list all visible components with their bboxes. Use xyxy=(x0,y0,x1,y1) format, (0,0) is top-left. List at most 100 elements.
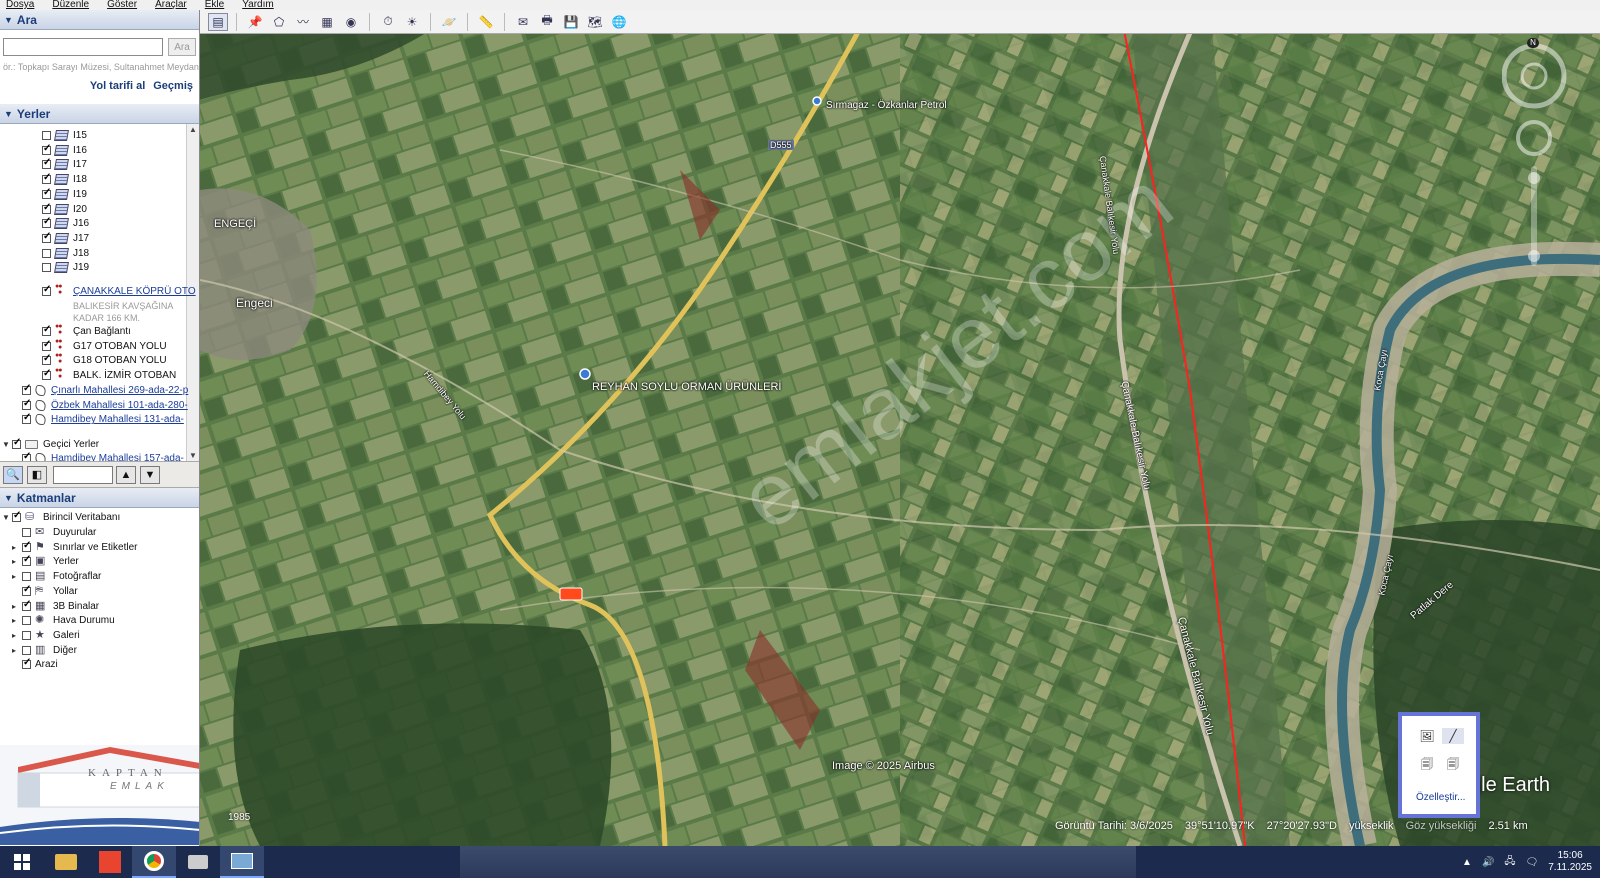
tree-item[interactable]: Hamdibey Mahallesi 131-ada- xyxy=(22,412,184,427)
polygon-icon[interactable]: ⬠ xyxy=(269,13,289,31)
history-link[interactable]: Geçmiş xyxy=(153,80,193,92)
email-icon[interactable]: ✉ xyxy=(513,13,533,31)
checkbox[interactable] xyxy=(22,657,31,670)
tree-item[interactable]: I18 xyxy=(42,172,87,187)
tree-item-label[interactable]: G17 OTOBAN YOLU xyxy=(73,341,167,352)
tree-item-label[interactable]: Çınarlı Mahallesi 269-ada-22-p xyxy=(51,385,188,396)
tree-item-label[interactable]: J16 xyxy=(73,218,89,229)
checkbox[interactable] xyxy=(22,540,31,552)
checkbox[interactable] xyxy=(12,437,21,449)
expand-arrow-icon[interactable]: ▸ xyxy=(12,543,22,552)
placemark-icon[interactable]: 📌 xyxy=(245,13,265,31)
checkbox[interactable] xyxy=(42,187,51,199)
checkbox[interactable] xyxy=(22,451,31,461)
save-image-icon[interactable]: 💾 xyxy=(561,13,581,31)
scroll-down-icon[interactable]: ▼ xyxy=(187,450,199,461)
checkbox[interactable] xyxy=(42,248,51,258)
google-earth-icon[interactable] xyxy=(220,846,264,878)
menu-tools[interactable]: Araçlar xyxy=(149,0,187,10)
checkbox[interactable] xyxy=(22,599,31,611)
collapse-arrow-icon[interactable]: ▼ xyxy=(2,440,12,449)
notification-icon[interactable]: 🗨 xyxy=(1526,857,1539,868)
tree-item-label[interactable]: J19 xyxy=(73,262,89,273)
checkbox[interactable] xyxy=(42,368,51,381)
layer-item[interactable]: ⛿ Yollar xyxy=(12,584,78,599)
checkbox[interactable] xyxy=(22,383,31,395)
checkbox[interactable] xyxy=(42,157,51,170)
layer-item[interactable]: ▸ ▥ Diğer xyxy=(12,643,77,658)
checkbox[interactable] xyxy=(42,324,51,336)
checkbox[interactable] xyxy=(42,339,51,351)
tree-item-label[interactable]: I19 xyxy=(73,189,87,200)
tree-item-label[interactable]: I15 xyxy=(73,130,87,141)
tree-item[interactable]: Özbek Mahallesi 101-ada-280- xyxy=(22,398,188,413)
menu-help[interactable]: Yardım xyxy=(236,0,274,10)
checkbox[interactable] xyxy=(22,398,31,410)
checkbox[interactable] xyxy=(42,263,51,273)
file-explorer-icon[interactable] xyxy=(44,846,88,878)
sidebar-toggle-icon[interactable]: ▤ xyxy=(208,12,228,31)
move-up-icon[interactable]: ▲ xyxy=(116,466,136,484)
tree-folder-temp-places[interactable]: ▼ Geçici Yerler xyxy=(2,437,99,452)
tree-item[interactable]: Hamdibey Mahallesi 157-ada- xyxy=(22,451,184,461)
layer-item[interactable]: ▸ ▦ 3B Binalar xyxy=(12,599,99,614)
expand-arrow-icon[interactable]: ▸ xyxy=(12,631,22,640)
move-down-icon[interactable]: ▼ xyxy=(140,466,160,484)
maps-icon[interactable]: 🗺 xyxy=(585,13,605,31)
customize-link[interactable]: Özelleştir... xyxy=(1416,792,1465,803)
layer-root[interactable]: ▼ ⛁ Birincil Veritabanı xyxy=(2,510,120,525)
tree-item[interactable]: J16 xyxy=(42,216,89,231)
tree-item[interactable]: I17 xyxy=(42,157,87,172)
tree-item[interactable]: Çınarlı Mahallesi 269-ada-22-p xyxy=(22,383,188,398)
tree-item-label[interactable]: Hamdibey Mahallesi 157-ada- xyxy=(51,453,184,461)
printer-app-icon[interactable] xyxy=(176,846,220,878)
tree-item-label[interactable]: J18 xyxy=(73,248,89,259)
draw-line-icon[interactable]: ╱ xyxy=(1442,728,1464,744)
checkbox[interactable] xyxy=(42,216,51,229)
collapse-arrow-icon[interactable]: ▼ xyxy=(2,513,12,522)
places-panel-header[interactable]: ▼ Yerler xyxy=(0,104,199,124)
tree-item-label[interactable]: I18 xyxy=(73,174,87,185)
tree-item-label[interactable]: I17 xyxy=(73,159,87,170)
menu-add[interactable]: Ekle xyxy=(199,0,224,10)
checkbox[interactable] xyxy=(12,510,21,522)
historical-imagery-icon[interactable]: ⏱ xyxy=(378,13,398,31)
layers-panel-header[interactable]: ▼ Katmanlar xyxy=(0,488,199,508)
start-button[interactable] xyxy=(0,846,44,878)
tree-item[interactable]: I16 xyxy=(42,143,87,158)
time-slider-year[interactable]: 1985 xyxy=(228,812,250,823)
checkbox[interactable] xyxy=(22,616,31,626)
checkbox[interactable] xyxy=(42,172,51,185)
layer-item[interactable]: ✉ Duyurular xyxy=(12,525,96,540)
menu-file[interactable]: Dosya xyxy=(0,0,34,10)
record-tour-icon[interactable]: ◉ xyxy=(341,13,361,31)
checkbox[interactable] xyxy=(22,412,31,425)
checkbox[interactable] xyxy=(42,143,51,155)
tree-item-label[interactable]: J17 xyxy=(73,233,89,244)
layer-stack-icon[interactable]: 🗐 xyxy=(1442,756,1464,772)
menu-view[interactable]: Göster xyxy=(101,0,137,10)
tree-item-label[interactable]: I20 xyxy=(73,204,87,215)
expand-arrow-icon[interactable]: ▸ xyxy=(12,572,22,581)
path-icon[interactable]: 〰 xyxy=(293,13,313,31)
tree-item[interactable]: J17 xyxy=(42,231,89,246)
panel-toggle-icon[interactable]: ◧ xyxy=(27,466,47,484)
layer-item[interactable]: ▸ ✺ Hava Durumu xyxy=(12,613,115,628)
ruler-icon[interactable]: 📏 xyxy=(476,13,496,31)
expand-arrow-icon[interactable]: ▸ xyxy=(12,616,22,625)
print-icon[interactable]: 🖶 xyxy=(537,13,557,31)
photo-overlay-icon[interactable]: 🖼 xyxy=(1416,728,1438,744)
chrome-icon[interactable] xyxy=(132,846,176,878)
directions-link[interactable]: Yol tarifi al xyxy=(90,80,145,92)
planets-icon[interactable]: 🪐 xyxy=(439,13,459,31)
anydesk-icon[interactable] xyxy=(88,846,132,878)
tree-item-label[interactable]: Hamdibey Mahallesi 131-ada- xyxy=(51,414,184,425)
tree-item-label[interactable]: BALK. İZMİR OTOBAN xyxy=(73,370,176,381)
checkbox[interactable] xyxy=(22,630,31,640)
checkbox[interactable] xyxy=(22,584,31,596)
sunlight-icon[interactable]: ☀ xyxy=(402,13,422,31)
expand-arrow-icon[interactable]: ▸ xyxy=(12,557,22,566)
tree-item-route[interactable]: ÇANAKKALE KÖPRÜ OTO xyxy=(42,283,196,299)
menu-edit[interactable]: Düzenle xyxy=(46,0,89,10)
network-icon[interactable]: 🖧 xyxy=(1504,854,1515,871)
